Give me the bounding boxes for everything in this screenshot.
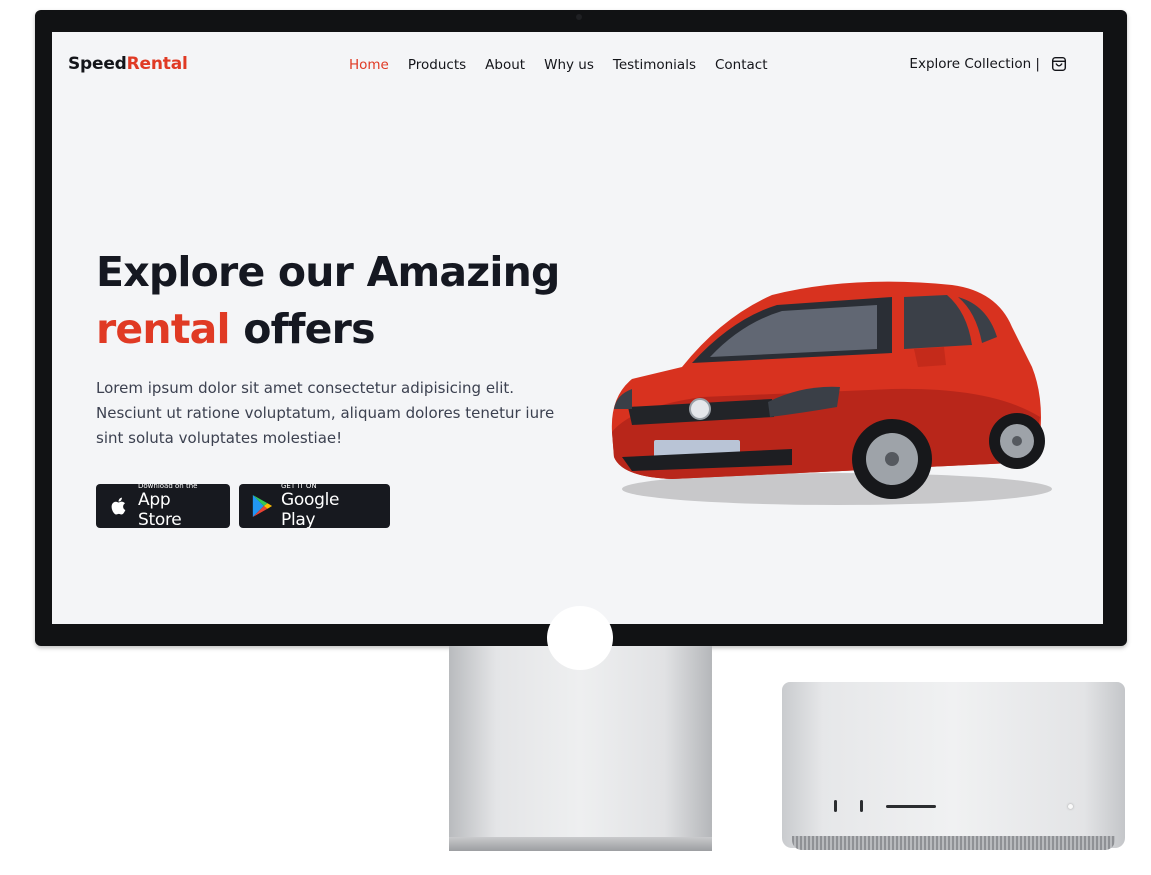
google-play-text: GET IT ON Google Play [281, 482, 378, 530]
monitor-frame: SpeedRental Home Products About Why us T… [35, 10, 1127, 646]
nav-about[interactable]: About [485, 57, 525, 73]
nav-contact[interactable]: Contact [715, 57, 768, 73]
hero-title-rest: offers [243, 305, 375, 353]
brand-name-main: Speed [68, 54, 127, 74]
mac-studio [782, 682, 1125, 850]
app-store-text: Download on the App Store [138, 482, 218, 530]
nav-right: Explore Collection | [909, 55, 1068, 73]
shopping-bag-icon[interactable] [1050, 55, 1068, 73]
main-nav: Home Products About Why us Testimonials … [349, 57, 787, 73]
google-play-big-text: Google Play [281, 490, 340, 530]
brand-logo[interactable]: SpeedRental [68, 54, 188, 74]
sd-card-slot [886, 805, 936, 808]
nav-why-us[interactable]: Why us [544, 57, 594, 73]
brand-name-accent: Rental [126, 54, 188, 74]
hero-title: Explore our Amazing rental offers [96, 244, 560, 358]
hero-title-accent: rental [96, 305, 231, 353]
usb-c-port [860, 800, 863, 812]
app-store-big-text: App Store [138, 490, 182, 530]
hero-description: Lorem ipsum dolor sit amet consectetur a… [96, 379, 555, 447]
stand-notch [547, 606, 613, 670]
hero-title-line1: Explore our Amazing [96, 248, 560, 296]
mac-studio-vent [792, 836, 1115, 850]
camera-dot [576, 14, 582, 20]
nav-testimonials[interactable]: Testimonials [613, 57, 696, 73]
google-play-small-text: GET IT ON [281, 482, 317, 490]
google-play-icon [252, 495, 273, 517]
app-store-button[interactable]: Download on the App Store [96, 482, 230, 530]
nav-home[interactable]: Home [349, 57, 389, 73]
power-led [1068, 804, 1073, 809]
usb-c-port [834, 800, 837, 812]
apple-icon [111, 497, 126, 515]
explore-collection-link[interactable]: Explore Collection | [909, 56, 1040, 72]
google-play-button[interactable]: GET IT ON Google Play [239, 482, 390, 530]
monitor-stand [449, 606, 712, 851]
nav-products[interactable]: Products [408, 57, 466, 73]
screen: SpeedRental Home Products About Why us T… [52, 32, 1103, 624]
car-image [611, 281, 1052, 505]
app-store-small-text: Download on the [138, 482, 198, 490]
stand-foot [449, 837, 712, 851]
